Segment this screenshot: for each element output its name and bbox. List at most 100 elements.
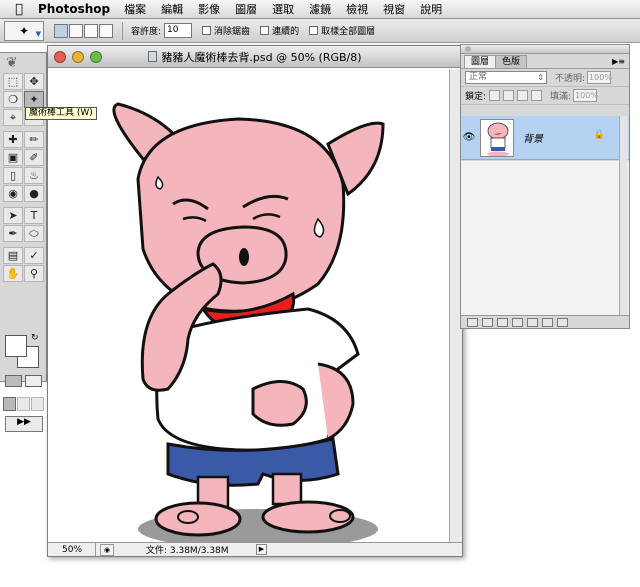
image-canvas[interactable] xyxy=(48,69,450,544)
healing-brush-icon[interactable]: ✚ xyxy=(3,131,23,148)
anti-alias-checkbox[interactable]: 消除鋸齒 xyxy=(202,24,250,37)
adjustment-layer-icon[interactable] xyxy=(512,317,523,327)
add-to-selection-button[interactable] xyxy=(69,23,83,38)
opacity-input[interactable]: 100% xyxy=(587,71,612,84)
lock-label: 鎖定: xyxy=(465,92,487,102)
intersect-selection-button[interactable] xyxy=(99,23,113,38)
document-title-text: 豬豬人魔術棒去背.psd @ 50% (RGB/8) xyxy=(161,50,362,64)
fill-input[interactable]: 100% xyxy=(573,89,598,102)
anti-alias-label: 消除鋸齒 xyxy=(214,27,251,37)
brush-tool-icon[interactable]: ✏ xyxy=(24,131,44,148)
document-title: 豬豬人魔術棒去背.psd @ 50% (RGB/8) xyxy=(48,49,462,65)
eyedropper-tool-icon[interactable]: ✓ xyxy=(24,247,44,264)
standard-screen-icon[interactable] xyxy=(3,397,16,411)
status-menu-icon[interactable]: ◉ xyxy=(100,543,114,556)
eye-icon[interactable]: 👁 xyxy=(461,132,477,143)
quick-mask-button[interactable] xyxy=(25,375,42,387)
shape-tool-icon[interactable]: ⬭ xyxy=(24,225,44,242)
full-screen-icon[interactable] xyxy=(31,397,44,411)
sample-all-checkbox[interactable]: 取樣全部圖層 xyxy=(309,24,375,37)
lock-transparency-icon[interactable] xyxy=(489,90,501,101)
link-layers-icon[interactable] xyxy=(467,317,478,327)
checkbox-box[interactable] xyxy=(309,26,319,35)
layers-title-bar[interactable] xyxy=(461,45,629,54)
blur-tool-icon[interactable]: ◉ xyxy=(3,185,23,202)
palette-menu-icon[interactable]: ▶≡ xyxy=(612,57,625,66)
psd-file-icon xyxy=(148,50,158,62)
document-title-bar[interactable]: 豬豬人魔術棒去背.psd @ 50% (RGB/8) xyxy=(48,46,462,68)
menu-file[interactable]: 檔案 xyxy=(124,1,146,17)
menu-filter[interactable]: 濾鏡 xyxy=(309,1,331,17)
contiguous-checkbox[interactable]: 連續的 xyxy=(260,24,299,37)
paint-bucket-icon[interactable]: ♨ xyxy=(24,167,44,184)
lock-position-icon[interactable] xyxy=(517,90,529,101)
stamp-tool-icon[interactable]: ▣ xyxy=(3,149,23,166)
menu-view[interactable]: 檢視 xyxy=(346,1,368,17)
hand-tool-icon[interactable]: ✋ xyxy=(3,265,23,282)
layer-row-background[interactable]: 👁 背景 🔒 xyxy=(461,116,629,160)
magic-wand-tool-icon[interactable]: ✦ xyxy=(24,91,44,108)
notes-tool-icon[interactable]: ▤ xyxy=(3,247,23,264)
menu-app-name[interactable]: Photoshop xyxy=(38,2,110,16)
checkbox-box[interactable] xyxy=(260,26,270,35)
history-brush-icon[interactable]: ✐ xyxy=(24,149,44,166)
blend-mode-select[interactable]: 正常 xyxy=(465,71,547,84)
tab-channels[interactable]: 色版 xyxy=(495,55,528,68)
close-palette-icon[interactable] xyxy=(465,46,471,52)
menu-layer[interactable]: 圖層 xyxy=(235,1,257,17)
chevron-down-icon: ▼ xyxy=(35,29,41,38)
pig-illustration xyxy=(112,102,385,544)
move-tool-icon[interactable]: ✥ xyxy=(24,73,44,90)
blend-row: 正常 不透明: 100% xyxy=(461,69,629,87)
menu-select[interactable]: 選取 xyxy=(272,1,294,17)
eraser-tool-icon[interactable]: ▯ xyxy=(3,167,23,184)
tolerance-input[interactable]: 10 xyxy=(164,23,193,38)
marquee-tool-icon[interactable]: ⬚ xyxy=(3,73,23,90)
tool-tooltip: 魔術棒工具 (W) xyxy=(25,107,97,120)
foreground-color-swatch[interactable] xyxy=(5,335,27,357)
zoom-level[interactable]: 50% xyxy=(48,543,96,556)
add-mask-icon[interactable] xyxy=(497,317,508,327)
trash-icon[interactable] xyxy=(557,317,568,327)
type-tool-icon[interactable]: T xyxy=(24,207,44,224)
file-size: 文件: 3.38M/3.38M xyxy=(146,546,229,556)
selection-modes xyxy=(54,23,114,38)
layer-style-icon[interactable] xyxy=(482,317,493,327)
zoom-tool-icon[interactable]: ⚲ xyxy=(24,265,44,282)
pen-tool-icon[interactable]: ✒ xyxy=(3,225,23,242)
tool-preset-picker[interactable]: ✦ ▼ xyxy=(4,20,44,41)
lock-pixels-icon[interactable] xyxy=(503,90,515,101)
path-select-icon[interactable]: ➤ xyxy=(3,207,23,224)
status-arrow-icon[interactable]: ▶ xyxy=(256,544,267,555)
crop-tool-icon[interactable]: ⌖ xyxy=(3,109,23,126)
lasso-tool-icon[interactable]: ❍ xyxy=(3,91,23,108)
new-group-icon[interactable] xyxy=(527,317,538,327)
nostril xyxy=(239,248,249,266)
new-layer-icon[interactable] xyxy=(542,317,553,327)
layers-list-empty-area xyxy=(461,161,629,316)
subtract-selection-button[interactable] xyxy=(84,23,98,38)
new-selection-button[interactable] xyxy=(54,23,68,38)
tolerance-label: 容許度: xyxy=(131,27,162,37)
belly-hand xyxy=(251,380,308,427)
checkbox-box[interactable] xyxy=(202,26,212,35)
lock-all-icon[interactable] xyxy=(531,90,543,101)
tab-layers[interactable]: 圖層 xyxy=(464,55,497,68)
color-swatches: ↻ xyxy=(5,333,41,369)
full-screen-menu-icon[interactable] xyxy=(17,397,30,411)
lock-row: 鎖定: 填滿: 100% xyxy=(461,87,629,105)
menu-edit[interactable]: 編輯 xyxy=(161,1,183,17)
menu-help[interactable]: 說明 xyxy=(420,1,442,17)
thumbnail-image xyxy=(487,122,509,156)
apple-menu-icon[interactable]:  xyxy=(0,2,38,17)
status-bar: 50% ◉ 文件: 3.38M/3.38M ▶ xyxy=(48,542,462,556)
magic-wand-icon: ✦ xyxy=(18,23,30,38)
layers-scrollbar[interactable] xyxy=(619,116,628,316)
swap-colors-icon[interactable]: ↻ xyxy=(31,333,39,343)
dodge-tool-icon[interactable]: ● xyxy=(24,185,44,202)
standard-mode-button[interactable] xyxy=(5,375,22,387)
jump-to-imageready-button[interactable]: ▶▶ xyxy=(5,416,43,432)
menu-window[interactable]: 視窗 xyxy=(383,1,405,17)
menu-image[interactable]: 影像 xyxy=(198,1,220,17)
feather-icon[interactable]: ❦ xyxy=(6,55,18,71)
